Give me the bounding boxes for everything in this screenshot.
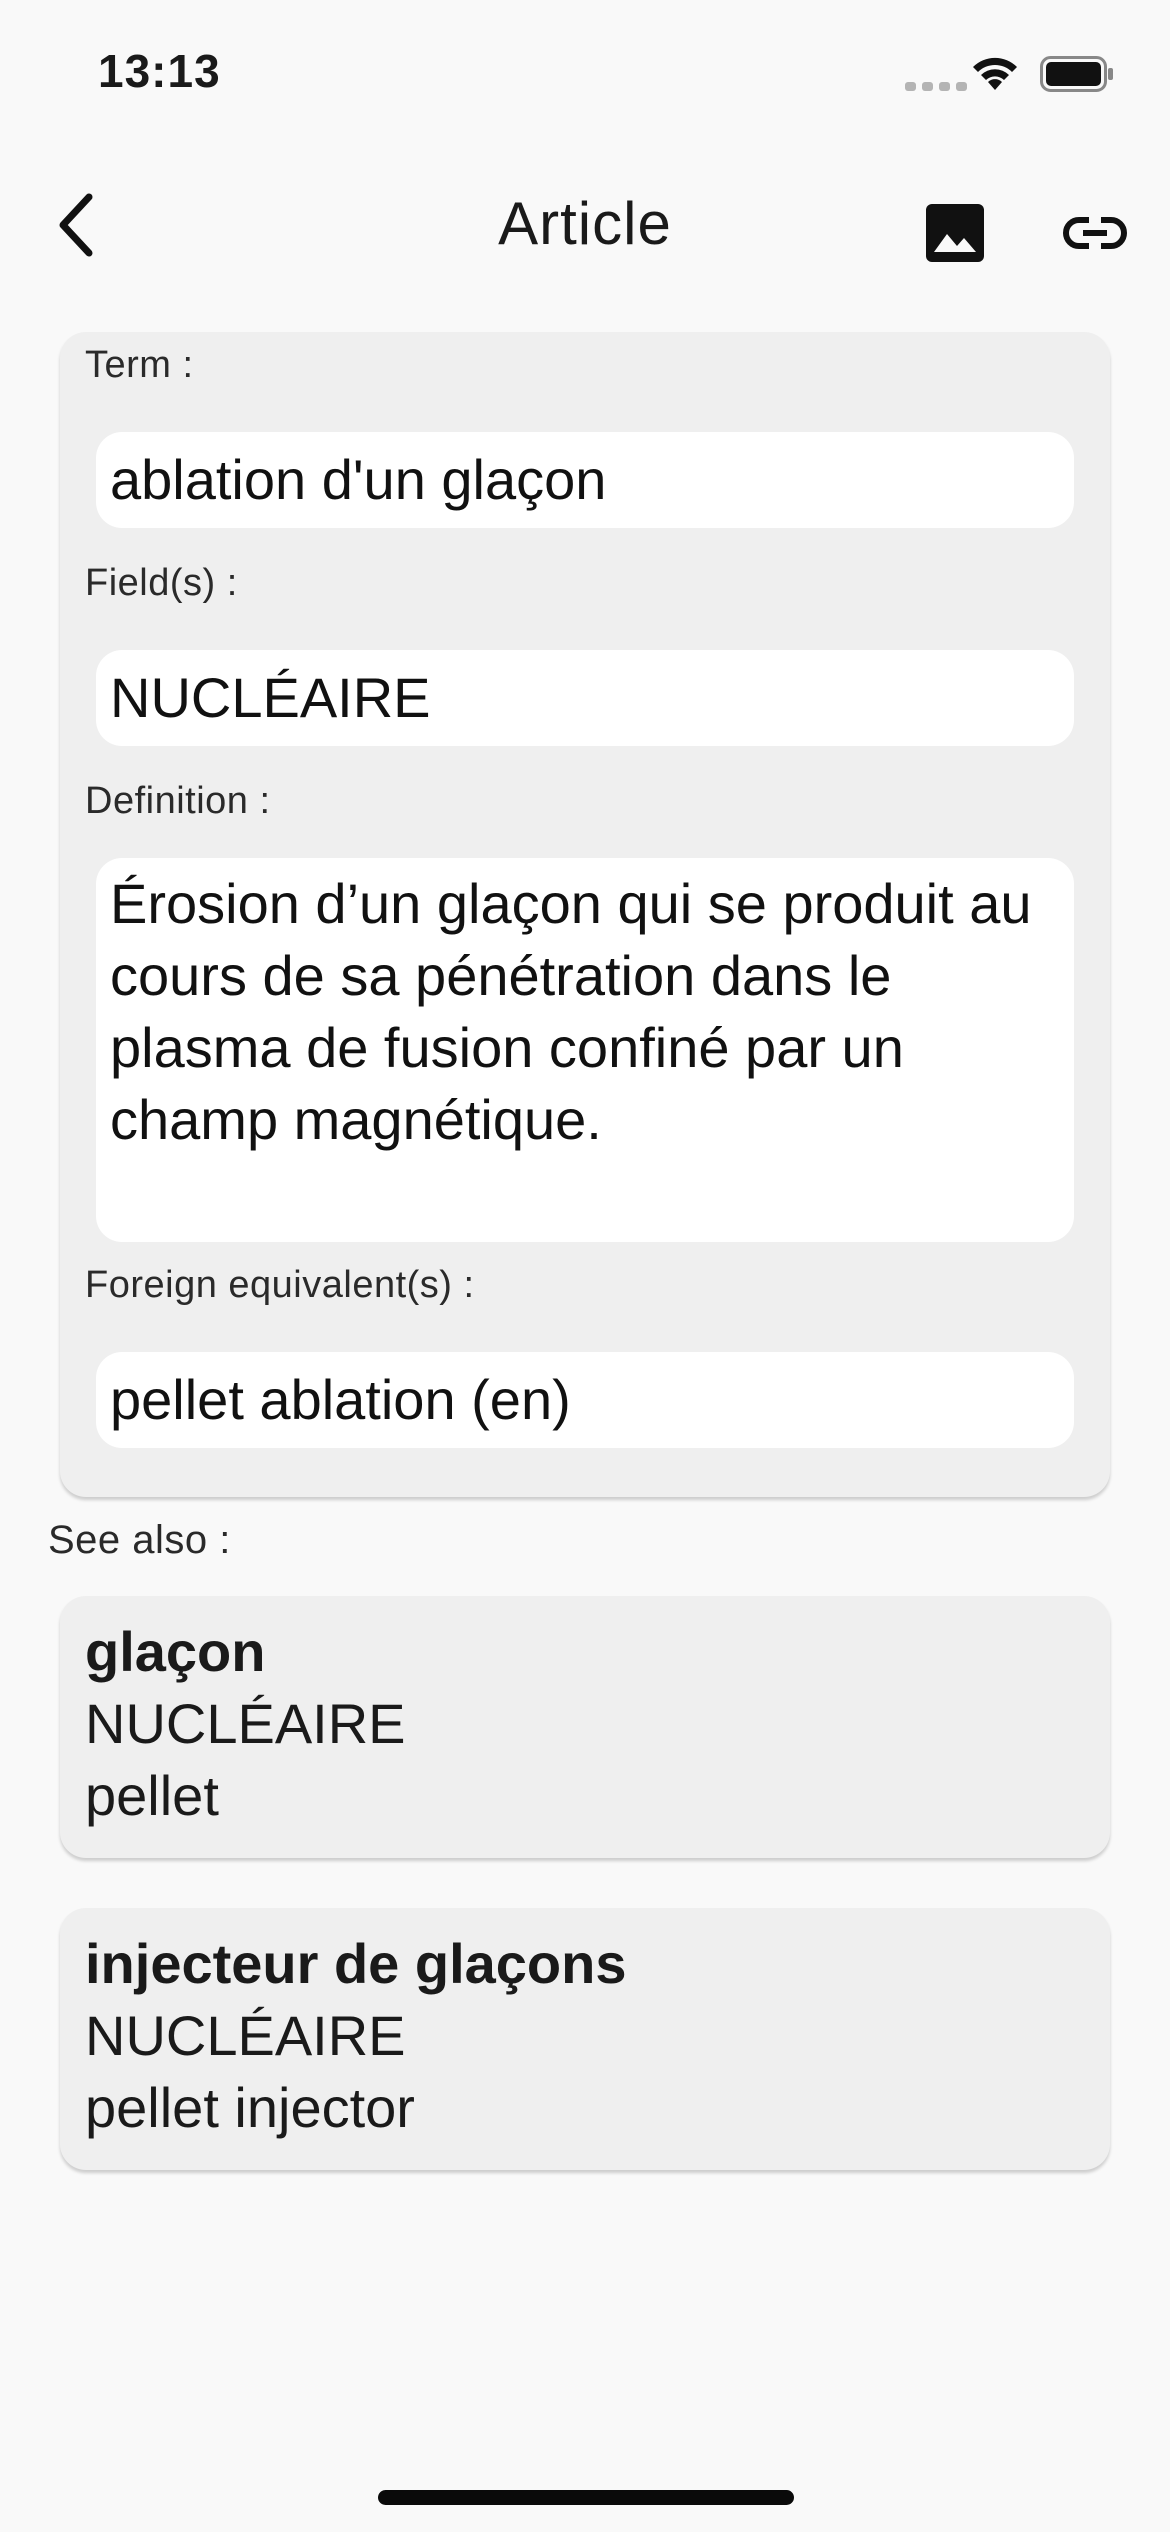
navigation-bar: Article bbox=[0, 175, 1170, 275]
wifi-icon bbox=[970, 54, 1020, 97]
definition-field[interactable]: Érosion d’un glaçon qui se produit au co… bbox=[96, 858, 1074, 1242]
definition-label: Definition : bbox=[85, 780, 271, 822]
related-term: glaçon bbox=[85, 1620, 266, 1683]
see-also-label: See also : bbox=[48, 1518, 231, 1562]
image-icon bbox=[926, 204, 984, 262]
related-term: injecteur de glaçons bbox=[85, 1932, 627, 1995]
battery-icon bbox=[1040, 56, 1114, 97]
related-equivalent: pellet bbox=[85, 1764, 219, 1827]
foreign-equivalents-field[interactable]: pellet ablation (en) bbox=[96, 1352, 1074, 1448]
status-bar: 13:13 bbox=[0, 0, 1170, 150]
foreign-equivalents-label: Foreign equivalent(s) : bbox=[85, 1264, 475, 1306]
fields-field[interactable]: NUCLÉAIRE bbox=[96, 650, 1074, 746]
status-time: 13:13 bbox=[98, 45, 221, 97]
term-label: Term : bbox=[85, 344, 194, 386]
link-icon bbox=[1063, 217, 1127, 249]
home-indicator[interactable] bbox=[378, 2490, 794, 2505]
cellular-signal-icon bbox=[905, 82, 967, 91]
related-article-card[interactable]: injecteur de glaçons NUCLÉAIRE pellet in… bbox=[60, 1908, 1110, 2170]
image-button[interactable] bbox=[915, 193, 995, 273]
related-field: NUCLÉAIRE bbox=[85, 1692, 406, 1755]
related-field: NUCLÉAIRE bbox=[85, 2004, 406, 2067]
related-equivalent: pellet injector bbox=[85, 2076, 415, 2139]
term-field[interactable]: ablation d'un glaçon bbox=[96, 432, 1074, 528]
article-card: Term : ablation d'un glaçon Field(s) : N… bbox=[60, 332, 1110, 1497]
link-button[interactable] bbox=[1055, 193, 1135, 273]
fields-label: Field(s) : bbox=[85, 562, 238, 604]
related-article-card[interactable]: glaçon NUCLÉAIRE pellet bbox=[60, 1596, 1110, 1858]
